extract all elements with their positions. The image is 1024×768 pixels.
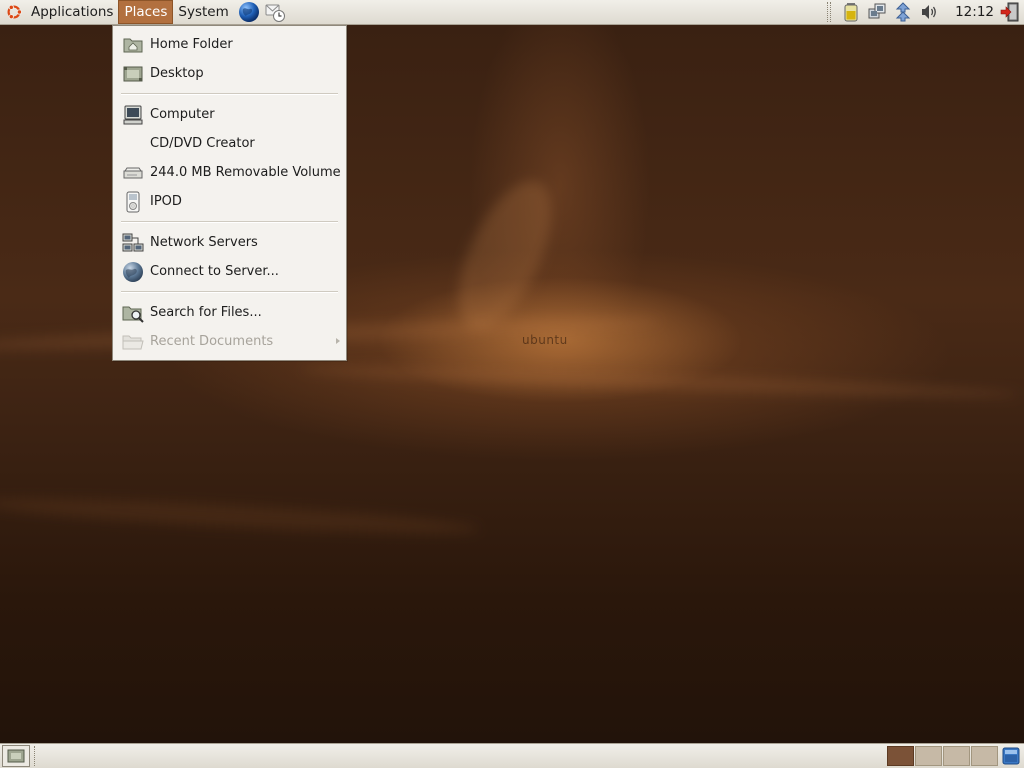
menu-item-label: IPOD [150, 194, 182, 209]
web-browser-icon[interactable] [238, 1, 260, 23]
workspace-4[interactable] [971, 746, 998, 766]
menu-item-network-servers[interactable]: Network Servers [113, 228, 346, 257]
menu-item-label: Search for Files... [150, 305, 262, 320]
logout-icon[interactable] [1000, 2, 1020, 22]
menu-item-label: Network Servers [150, 235, 258, 250]
update-notifier-icon[interactable] [893, 2, 913, 22]
menu-separator [113, 216, 346, 228]
wallpaper-streak [299, 362, 1021, 402]
bottom-panel [0, 743, 1024, 768]
wallpaper-streak [439, 167, 571, 343]
battery-icon[interactable] [841, 2, 861, 22]
menu-item-label: Home Folder [150, 37, 233, 52]
blank-icon [122, 133, 144, 155]
menu-item-desktop[interactable]: Desktop [113, 59, 346, 88]
desktop-icon [123, 66, 143, 81]
notification-area: 12:12 [827, 0, 1024, 24]
system-menu[interactable]: System [173, 0, 233, 24]
panel-separator [827, 2, 832, 22]
menu-item-computer[interactable]: Computer [113, 100, 346, 129]
ubuntu-logo-icon[interactable] [5, 3, 23, 21]
menu-item-label: 244.0 MB Removable Volume [150, 165, 341, 180]
network-servers-icon [122, 233, 144, 251]
home-folder-icon [123, 38, 143, 52]
menu-item-label: Recent Documents [150, 334, 274, 349]
mail-client-icon[interactable] [264, 1, 286, 23]
menu-item-ipod[interactable]: IPOD [113, 187, 346, 216]
show-desktop-button[interactable] [2, 745, 30, 767]
menu-item-search-for-files[interactable]: Search for Files... [113, 298, 346, 327]
places-menu[interactable]: Places [118, 0, 174, 24]
menu-item-label: CD/DVD Creator [150, 136, 255, 151]
workspace-2[interactable] [915, 746, 942, 766]
workspace-3[interactable] [943, 746, 970, 766]
show-desktop-icon [7, 749, 25, 763]
menu-item-recent-documents[interactable]: Recent Documents [113, 327, 346, 356]
folder-icon [122, 335, 144, 349]
wallpaper-streak [0, 491, 481, 541]
menu-item-label: Computer [150, 107, 215, 122]
removable-drive-icon [123, 167, 143, 178]
top-panel: Applications Places System 12:12 [0, 0, 1024, 25]
menu-separator [113, 286, 346, 298]
menu-item-cd-dvd-creator[interactable]: CD/DVD Creator [113, 129, 346, 158]
volume-icon[interactable] [919, 2, 939, 22]
search-folder-icon [122, 306, 144, 323]
menu-item-home-folder[interactable]: Home Folder [113, 30, 346, 59]
trash-icon[interactable] [1000, 746, 1022, 766]
menu-item-label: Desktop [150, 66, 204, 81]
applications-menu[interactable]: Applications [26, 0, 118, 24]
ipod-icon [126, 191, 140, 212]
menu-separator [113, 88, 346, 100]
clock[interactable]: 12:12 [955, 4, 994, 20]
submenu-arrow-icon [336, 338, 340, 344]
places-dropdown: Home Folder Desktop Computer CD/DVD Crea… [112, 25, 347, 361]
computer-icon [123, 105, 143, 124]
panel-grip [34, 746, 37, 766]
workspace-switcher [886, 746, 998, 766]
network-icon[interactable] [867, 2, 887, 22]
workspace-1[interactable] [887, 746, 914, 766]
menu-item-connect-to-server[interactable]: Connect to Server... [113, 257, 346, 286]
menu-item-removable-volume[interactable]: 244.0 MB Removable Volume [113, 158, 346, 187]
wallpaper-logo: ubuntu [522, 333, 568, 347]
menu-item-label: Connect to Server... [150, 264, 279, 279]
globe-icon [123, 261, 143, 282]
